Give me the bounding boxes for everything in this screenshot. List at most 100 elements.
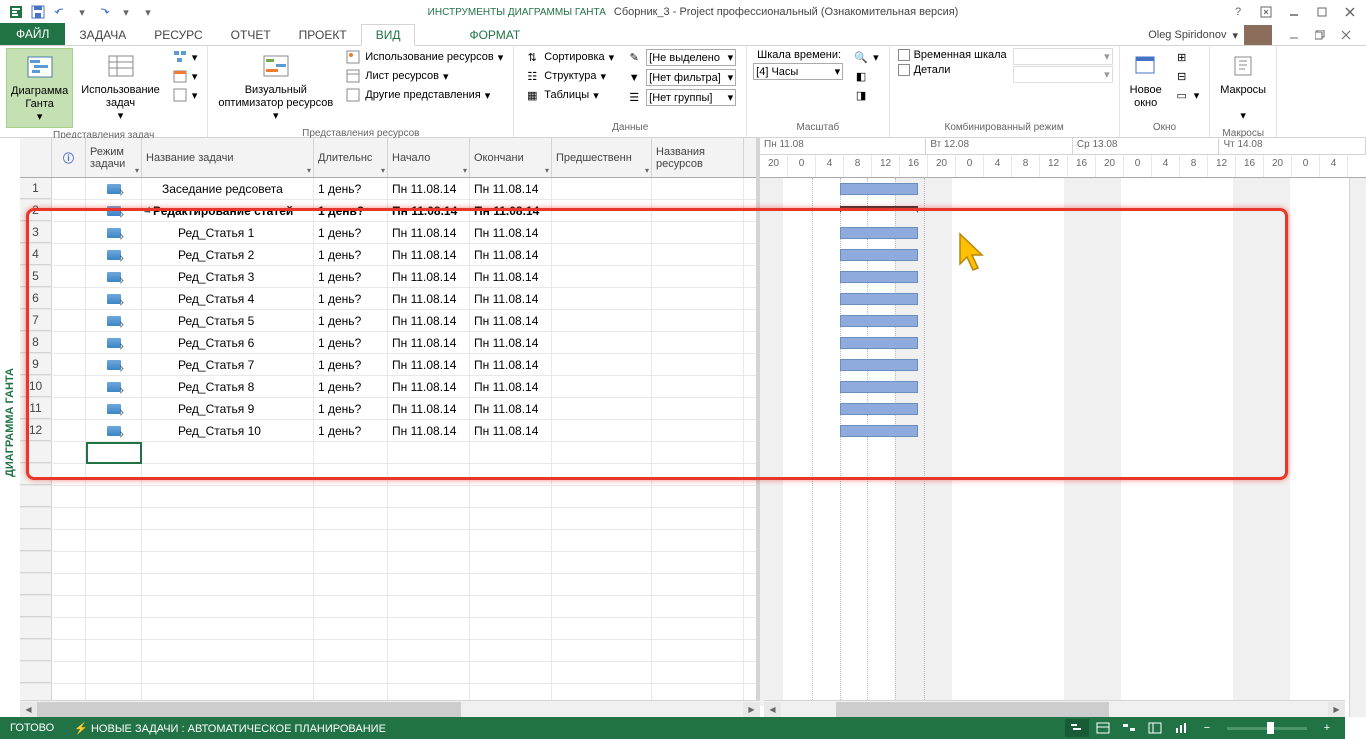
gantt-task-bar[interactable]: [840, 315, 918, 327]
highlight-filter[interactable]: ✎[Не выделено▾: [622, 48, 740, 67]
gantt-task-bar[interactable]: [840, 359, 918, 371]
table-row[interactable]: [20, 618, 756, 640]
grid-body[interactable]: 1Заседание редсовета1 день?Пн 11.08.14Пн…: [20, 178, 756, 708]
table-row[interactable]: [20, 486, 756, 508]
table-row[interactable]: [20, 508, 756, 530]
entire-project-button[interactable]: ◧: [849, 67, 883, 85]
ribbon-options-icon[interactable]: [1256, 4, 1276, 20]
gantt-row[interactable]: [760, 310, 1366, 332]
tables-button[interactable]: ▦Таблицы ▾: [520, 86, 618, 104]
project-app-icon[interactable]: [6, 2, 26, 22]
table-row[interactable]: 5Ред_Статья 31 день?Пн 11.08.14Пн 11.08.…: [20, 266, 756, 288]
redo-dropdown-icon[interactable]: ▾: [116, 2, 136, 22]
table-row[interactable]: 2Редактирование статей1 день?Пн 11.08.14…: [20, 200, 756, 222]
col-duration[interactable]: Длительнс▾: [314, 138, 388, 177]
gantt-row[interactable]: [760, 200, 1366, 222]
table-row[interactable]: 10Ред_Статья 81 день?Пн 11.08.14Пн 11.08…: [20, 376, 756, 398]
view-gantt-icon[interactable]: [1065, 719, 1089, 737]
gantt-hscroll[interactable]: ◀ ▶: [764, 700, 1345, 717]
gantt-row[interactable]: [760, 266, 1366, 288]
tab-format[interactable]: ФОРМАТ: [455, 25, 534, 45]
selected-tasks-button[interactable]: ◨: [849, 86, 883, 104]
zoom-button[interactable]: 🔍▾: [849, 48, 883, 66]
table-row[interactable]: 4Ред_Статья 21 день?Пн 11.08.14Пн 11.08.…: [20, 244, 756, 266]
user-avatar[interactable]: [1244, 25, 1272, 45]
scroll-right-icon[interactable]: ▶: [743, 702, 760, 717]
table-row[interactable]: [20, 662, 756, 684]
task-usage-button[interactable]: Использование задач▾: [77, 48, 164, 126]
resource-sheet-button[interactable]: Лист ресурсов ▾: [341, 67, 507, 85]
table-row[interactable]: [20, 464, 756, 486]
table-row[interactable]: [20, 530, 756, 552]
tab-report[interactable]: ОТЧЕТ: [217, 25, 285, 45]
gantt-body[interactable]: [760, 178, 1366, 706]
zoom-slider[interactable]: [1227, 727, 1307, 730]
sort-button[interactable]: ⇅Сортировка ▾: [520, 48, 618, 66]
macros-button[interactable]: Макросы▾: [1216, 48, 1270, 126]
gantt-task-bar[interactable]: [840, 183, 918, 195]
gantt-chart-button[interactable]: Диаграмма Ганта▾: [6, 48, 73, 128]
scroll-left-icon[interactable]: ◀: [764, 702, 781, 717]
undo-icon[interactable]: [50, 2, 70, 22]
gantt-summary-bar[interactable]: [840, 206, 918, 214]
table-row[interactable]: [20, 596, 756, 618]
tab-task[interactable]: ЗАДАЧА: [65, 25, 140, 45]
table-row[interactable]: 7Ред_Статья 51 день?Пн 11.08.14Пн 11.08.…: [20, 310, 756, 332]
arrange-all-button[interactable]: ⊟: [1170, 67, 1204, 85]
gantt-task-bar[interactable]: [840, 425, 918, 437]
col-start[interactable]: Начало▾: [388, 138, 470, 177]
gantt-row[interactable]: [760, 244, 1366, 266]
col-predecessors[interactable]: Предшественн▾: [552, 138, 652, 177]
gantt-task-bar[interactable]: [840, 227, 918, 239]
gantt-row[interactable]: [760, 178, 1366, 200]
table-row[interactable]: 8Ред_Статья 61 день?Пн 11.08.14Пн 11.08.…: [20, 332, 756, 354]
gantt-task-bar[interactable]: [840, 271, 918, 283]
doc-close-icon[interactable]: [1336, 27, 1356, 43]
save-icon[interactable]: [28, 2, 48, 22]
qat-customize-icon[interactable]: ▾: [138, 2, 158, 22]
switch-windows-button[interactable]: ⊞: [1170, 48, 1204, 66]
tab-view[interactable]: ВИД: [361, 24, 416, 46]
filter-combo[interactable]: ▼[Нет фильтра]▾: [622, 68, 740, 87]
col-name[interactable]: Название задачи▾: [142, 138, 314, 177]
table-row[interactable]: 12Ред_Статья 101 день?Пн 11.08.14Пн 11.0…: [20, 420, 756, 442]
minimize-icon[interactable]: [1284, 4, 1304, 20]
tab-resource[interactable]: РЕСУРС: [140, 25, 216, 45]
grid-hscroll[interactable]: ◀ ▶: [20, 700, 760, 717]
gantt-row[interactable]: [760, 354, 1366, 376]
gantt-row[interactable]: [760, 288, 1366, 310]
gantt-timescale[interactable]: Пн 11.08Вт 12.08Ср 13.08Чт 14.08 2004812…: [760, 138, 1366, 178]
new-window-button[interactable]: Новое окно: [1126, 48, 1166, 112]
gantt-row[interactable]: [760, 222, 1366, 244]
table-row[interactable]: 1Заседание редсовета1 день?Пн 11.08.14Пн…: [20, 178, 756, 200]
gantt-task-bar[interactable]: [840, 337, 918, 349]
timescale-combo[interactable]: [4] Часы▾: [753, 63, 843, 80]
col-mode[interactable]: Режим задачи▾: [86, 138, 142, 177]
gantt-row[interactable]: [760, 376, 1366, 398]
redo-icon[interactable]: [94, 2, 114, 22]
calendar-button[interactable]: ▾: [168, 67, 202, 85]
table-row[interactable]: [20, 640, 756, 662]
col-info[interactable]: ⓘ: [52, 138, 86, 177]
scroll-left-icon[interactable]: ◀: [20, 702, 37, 717]
details-checkbox[interactable]: Детали: [896, 63, 1009, 77]
gantt-task-bar[interactable]: [840, 381, 918, 393]
undo-dropdown-icon[interactable]: ▾: [72, 2, 92, 22]
gantt-row[interactable]: [760, 420, 1366, 442]
status-newtasks[interactable]: ⚡ НОВЫЕ ЗАДАЧИ : АВТОМАТИЧЕСКОЕ ПЛАНИРОВ…: [64, 722, 396, 735]
group-combo[interactable]: ☰[Нет группы]▾: [622, 88, 740, 107]
maximize-icon[interactable]: [1312, 4, 1332, 20]
other-views-button[interactable]: ▾: [168, 86, 202, 104]
outline-button[interactable]: ☷Структура ▾: [520, 67, 618, 85]
col-resources[interactable]: Названия ресурсов: [652, 138, 744, 177]
collapse-icon[interactable]: [144, 206, 153, 215]
gantt-task-bar[interactable]: [840, 293, 918, 305]
view-report-icon[interactable]: [1169, 719, 1193, 737]
view-sheet-icon[interactable]: [1143, 719, 1167, 737]
team-planner-button[interactable]: Визуальный оптимизатор ресурсов▾: [214, 48, 337, 126]
close-icon[interactable]: [1340, 4, 1360, 20]
table-row[interactable]: 11Ред_Статья 91 день?Пн 11.08.14Пн 11.08…: [20, 398, 756, 420]
table-row[interactable]: [20, 552, 756, 574]
table-row[interactable]: 3Ред_Статья 11 день?Пн 11.08.14Пн 11.08.…: [20, 222, 756, 244]
doc-restore-icon[interactable]: [1310, 27, 1330, 43]
